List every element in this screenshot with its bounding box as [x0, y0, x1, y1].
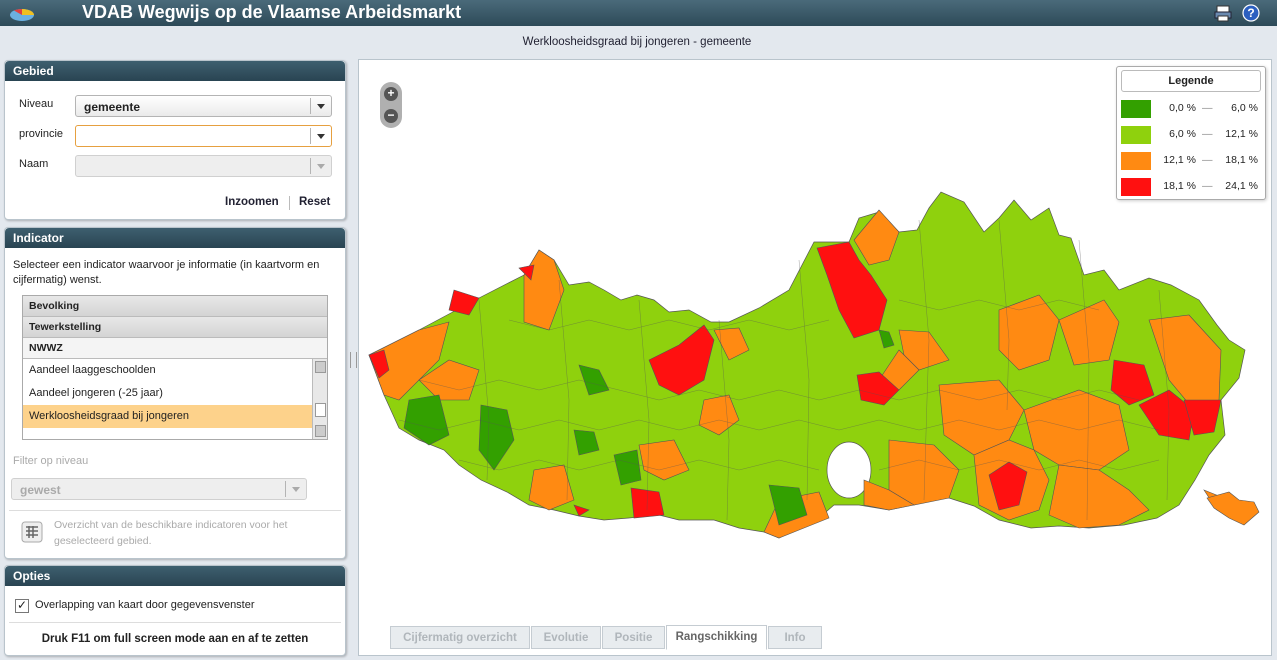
tab-info[interactable]: Info [768, 626, 822, 649]
naam-select[interactable] [75, 155, 332, 177]
map-legend: Legende 0,0 % — 6,0 % 6,0 % — 12,1 % 12,… [1116, 66, 1266, 200]
inzoomen-button[interactable]: Inzoomen [225, 196, 279, 208]
indicator-description: Selecteer een indicator waarvoor je info… [13, 259, 320, 286]
opties-panel: Opties ✓ Overlapping van kaart door gege… [4, 565, 346, 656]
divider [9, 510, 341, 511]
legend-swatch [1121, 178, 1151, 196]
legend-dash: — [1202, 102, 1213, 114]
divider [289, 196, 290, 210]
map-panel[interactable]: + − Legende 0,0 % — 6,0 % 6,0 % — 12,1 %… [358, 59, 1272, 656]
chevron-down-icon[interactable] [310, 158, 331, 174]
legend-from: 12,1 % [1163, 154, 1196, 166]
divider [9, 622, 341, 623]
legend-dash: — [1202, 180, 1213, 192]
legend-from: 6,0 % [1169, 128, 1196, 140]
legend-dash: — [1202, 154, 1213, 166]
zoom-control: + − [380, 82, 402, 128]
legend-row: 6,0 % — 12,1 % [1121, 125, 1261, 145]
fullscreen-hint: Druk F11 om full screen mode aan en af t… [41, 633, 309, 645]
overlap-label: Overlapping van kaart door gegevensvenst… [35, 599, 255, 611]
tab-evolutie[interactable]: Evolutie [531, 626, 601, 649]
group-tewerkstelling[interactable]: Tewerkstelling [23, 317, 327, 338]
zoom-in-button[interactable]: + [384, 87, 398, 101]
svg-text:?: ? [1247, 6, 1254, 20]
tab-cijfermatig-overzicht[interactable]: Cijfermatig overzicht [390, 626, 530, 649]
legend-swatch [1121, 126, 1151, 144]
gebied-panel: Gebied Niveau gemeente provincie Naam In… [4, 60, 346, 220]
filter-value: gewest [20, 483, 61, 497]
chevron-down-icon[interactable] [310, 98, 331, 114]
opties-header: Opties [5, 566, 345, 586]
gebied-header: Gebied [5, 61, 345, 81]
chevron-down-icon[interactable] [310, 128, 331, 144]
legend-to: 24,1 % [1225, 180, 1258, 192]
legend-from: 0,0 % [1169, 102, 1196, 114]
niveau-value: gemeente [84, 100, 141, 114]
legend-to: 18,1 % [1225, 154, 1258, 166]
niveau-select[interactable]: gemeente [75, 95, 332, 117]
scroll-up-icon[interactable] [315, 361, 326, 373]
overview-text: Overzicht van de beschikbare indicatoren… [54, 519, 288, 547]
indicator-list: Bevolking Tewerkstelling NWWZ Aandeel la… [22, 295, 328, 440]
list-item[interactable]: Aandeel jongeren (-25 jaar) [23, 382, 327, 405]
legend-dash: — [1202, 128, 1213, 140]
scroll-thumb[interactable] [315, 403, 326, 417]
splitter-handle[interactable] [350, 352, 357, 368]
list-item[interactable]: Aandeel laaggeschoolden [23, 359, 327, 382]
provincie-label: provincie [19, 128, 64, 140]
legend-to: 6,0 % [1231, 102, 1258, 114]
group-nwwz[interactable]: NWWZ [23, 338, 327, 359]
legend-title: Legende [1121, 70, 1261, 92]
naam-label: Naam [19, 158, 49, 170]
print-icon[interactable] [1214, 4, 1232, 22]
zoom-out-button[interactable]: − [384, 109, 398, 123]
chevron-down-icon[interactable] [285, 481, 306, 497]
table-overview-icon[interactable] [21, 521, 43, 543]
legend-row: 18,1 % — 24,1 % [1121, 177, 1261, 197]
tab-rangschikking[interactable]: Rangschikking [666, 625, 767, 650]
list-scrollbar[interactable] [312, 359, 327, 439]
legend-from: 18,1 % [1163, 180, 1196, 192]
map-title: Werkloosheidsgraad bij jongeren - gemeen… [522, 36, 752, 48]
group-bevolking[interactable]: Bevolking [23, 296, 327, 317]
list-item-selected[interactable]: Werkloosheidsgraad bij jongeren [23, 405, 313, 428]
legend-swatch [1121, 152, 1151, 170]
tab-positie[interactable]: Positie [602, 626, 665, 649]
app-title: VDAB Wegwijs op de Vlaamse Arbeidsmarkt [82, 2, 462, 22]
legend-row: 0,0 % — 6,0 % [1121, 99, 1261, 119]
legend-row: 12,1 % — 18,1 % [1121, 151, 1261, 171]
niveau-label: Niveau [19, 98, 54, 110]
reset-button[interactable]: Reset [299, 196, 330, 208]
app-logo-icon [10, 8, 34, 21]
overlap-checkbox[interactable]: ✓ [15, 599, 29, 613]
app-header: VDAB Wegwijs op de Vlaamse Arbeidsmarkt … [0, 0, 1277, 26]
legend-to: 12,1 % [1225, 128, 1258, 140]
indicator-items: Aandeel laaggeschoolden Aandeel jongeren… [23, 359, 327, 439]
municipality-orange [1206, 491, 1260, 526]
filter-select[interactable]: gewest [11, 478, 307, 500]
indicator-panel: Indicator Selecteer een indicator waarvo… [4, 227, 346, 559]
filter-label: Filter op niveau [13, 455, 89, 467]
scroll-down-icon[interactable] [315, 425, 326, 437]
provincie-select[interactable] [75, 125, 332, 147]
legend-swatch [1121, 100, 1151, 118]
help-icon[interactable]: ? [1242, 4, 1260, 22]
indicator-header: Indicator [5, 228, 345, 248]
